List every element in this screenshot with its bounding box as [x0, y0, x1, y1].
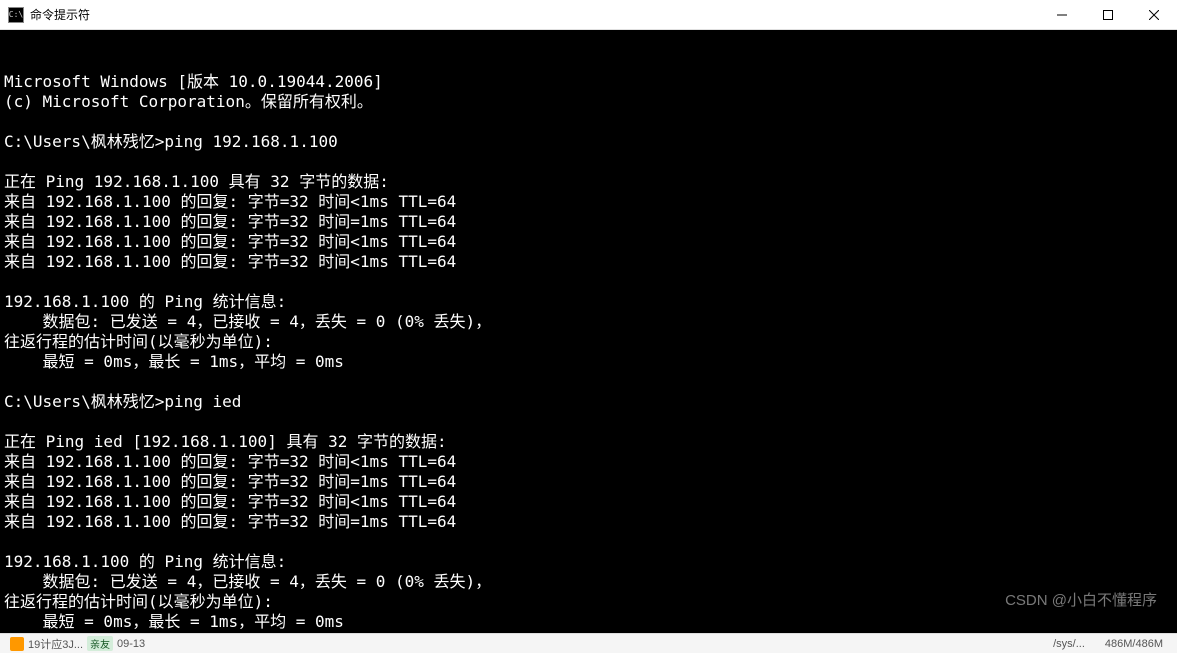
terminal-line [4, 152, 1173, 172]
maximize-icon [1103, 10, 1113, 20]
terminal-line [4, 112, 1173, 132]
minimize-button[interactable] [1039, 0, 1085, 29]
cmd-icon: C:\ [8, 7, 24, 23]
taskbar-item-label: 19计应3J... [28, 636, 83, 652]
terminal-line [4, 532, 1173, 552]
terminal-line [4, 272, 1173, 292]
titlebar[interactable]: C:\ 命令提示符 [0, 0, 1177, 30]
close-button[interactable] [1131, 0, 1177, 29]
taskbar-right: /sys/... 486M/486M [1053, 638, 1173, 650]
terminal-content: Microsoft Windows [版本 10.0.19044.2006](c… [4, 72, 1173, 633]
terminal-line [4, 632, 1173, 633]
minimize-icon [1057, 10, 1067, 20]
maximize-button[interactable] [1085, 0, 1131, 29]
terminal-line: 来自 192.168.1.100 的回复: 字节=32 时间<1ms TTL=6… [4, 492, 1173, 512]
taskbar: 19计应3J... 亲友 09-13 /sys/... 486M/486M [0, 633, 1177, 653]
taskbar-date: 09-13 [117, 638, 145, 650]
terminal-line [4, 412, 1173, 432]
terminal-line: 最短 = 0ms，最长 = 1ms，平均 = 0ms [4, 352, 1173, 372]
taskbar-item[interactable]: 19计应3J... 亲友 09-13 [4, 636, 151, 652]
terminal-line: 来自 192.168.1.100 的回复: 字节=32 时间=1ms TTL=6… [4, 472, 1173, 492]
window-title: 命令提示符 [30, 6, 1039, 23]
taskbar-memory: 486M/486M [1105, 638, 1163, 650]
terminal-line: C:\Users\枫林残忆>ping 192.168.1.100 [4, 132, 1173, 152]
terminal-line: 192.168.1.100 的 Ping 统计信息: [4, 292, 1173, 312]
terminal-line: 数据包: 已发送 = 4，已接收 = 4，丢失 = 0 (0% 丢失)， [4, 312, 1173, 332]
taskbar-path: /sys/... [1053, 638, 1085, 650]
terminal-line: 往返行程的估计时间(以毫秒为单位): [4, 592, 1173, 612]
terminal-output[interactable]: Microsoft Windows [版本 10.0.19044.2006](c… [0, 30, 1177, 633]
terminal-line: Microsoft Windows [版本 10.0.19044.2006] [4, 72, 1173, 92]
terminal-line: 往返行程的估计时间(以毫秒为单位): [4, 332, 1173, 352]
terminal-line: 数据包: 已发送 = 4，已接收 = 4，丢失 = 0 (0% 丢失)， [4, 572, 1173, 592]
terminal-line: (c) Microsoft Corporation。保留所有权利。 [4, 92, 1173, 112]
terminal-line: 正在 Ping 192.168.1.100 具有 32 字节的数据: [4, 172, 1173, 192]
terminal-line: 192.168.1.100 的 Ping 统计信息: [4, 552, 1173, 572]
window: C:\ 命令提示符 Microsoft Windows [版本 10.0.190… [0, 0, 1177, 653]
folder-icon [10, 637, 24, 651]
terminal-line: 来自 192.168.1.100 的回复: 字节=32 时间<1ms TTL=6… [4, 252, 1173, 272]
terminal-line [4, 372, 1173, 392]
terminal-line: 最短 = 0ms，最长 = 1ms，平均 = 0ms [4, 612, 1173, 632]
terminal-line: 来自 192.168.1.100 的回复: 字节=32 时间=1ms TTL=6… [4, 212, 1173, 232]
terminal-line: 来自 192.168.1.100 的回复: 字节=32 时间=1ms TTL=6… [4, 512, 1173, 532]
terminal-line: C:\Users\枫林残忆>ping ied [4, 392, 1173, 412]
taskbar-badge: 亲友 [87, 636, 113, 651]
terminal-line: 来自 192.168.1.100 的回复: 字节=32 时间<1ms TTL=6… [4, 192, 1173, 212]
window-controls [1039, 0, 1177, 29]
terminal-line: 来自 192.168.1.100 的回复: 字节=32 时间<1ms TTL=6… [4, 452, 1173, 472]
close-icon [1149, 10, 1159, 20]
terminal-line: 正在 Ping ied [192.168.1.100] 具有 32 字节的数据: [4, 432, 1173, 452]
terminal-line: 来自 192.168.1.100 的回复: 字节=32 时间<1ms TTL=6… [4, 232, 1173, 252]
